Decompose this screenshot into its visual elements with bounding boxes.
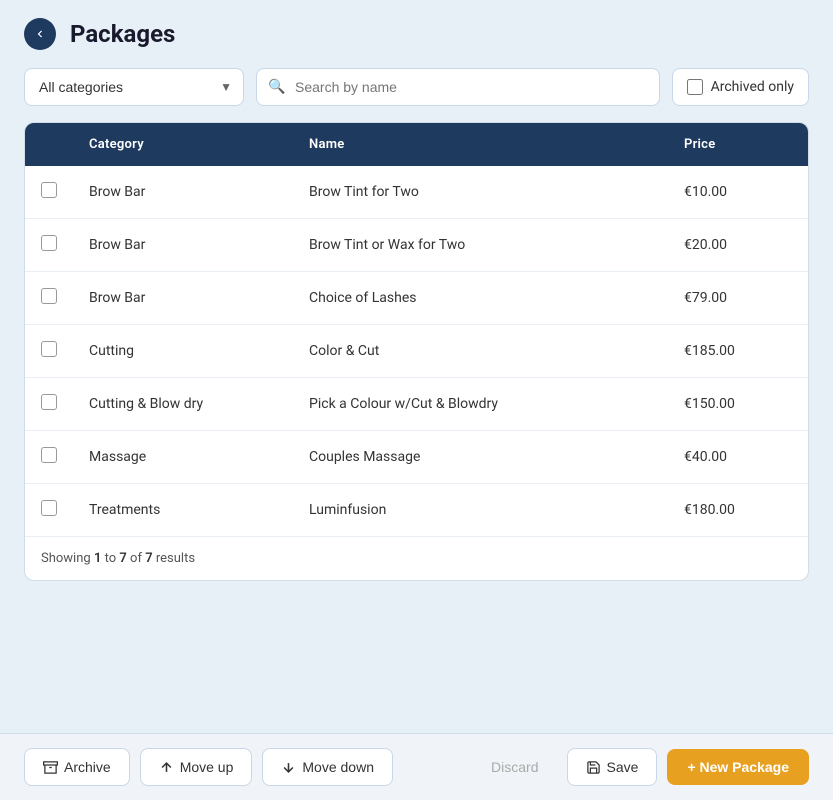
archived-label[interactable]: Archived only (711, 79, 794, 95)
row-checkbox[interactable] (41, 394, 57, 410)
row-checkbox[interactable] (41, 182, 57, 198)
total: 7 (145, 551, 152, 566)
row-price: €185.00 (668, 325, 808, 378)
row-checkbox[interactable] (41, 235, 57, 251)
discard-label: Discard (491, 759, 538, 775)
table-row: Treatments Luminfusion €180.00 (25, 484, 808, 537)
row-checkbox[interactable] (41, 288, 57, 304)
row-category: Brow Bar (73, 219, 293, 272)
row-checkbox-cell[interactable] (25, 431, 73, 484)
row-price: €40.00 (668, 431, 808, 484)
table-row: Cutting Color & Cut €185.00 (25, 325, 808, 378)
archive-icon (43, 760, 58, 775)
move-up-button[interactable]: Move up (140, 748, 253, 786)
search-input[interactable] (256, 68, 660, 106)
table-row: Massage Couples Massage €40.00 (25, 431, 808, 484)
header-category: Category (73, 123, 293, 166)
row-price: €180.00 (668, 484, 808, 537)
table-row: Brow Bar Brow Tint for Two €10.00 (25, 166, 808, 219)
new-package-label: + New Package (687, 759, 789, 775)
row-price: €20.00 (668, 219, 808, 272)
row-category: Cutting & Blow dry (73, 378, 293, 431)
row-category: Cutting (73, 325, 293, 378)
row-name: Brow Tint or Wax for Two (293, 219, 668, 272)
arrow-up-icon (159, 760, 174, 775)
header-name: Name (293, 123, 668, 166)
bottom-toolbar: Archive Move up Move down Discard Save +… (0, 733, 833, 800)
row-name: Pick a Colour w/Cut & Blowdry (293, 378, 668, 431)
row-name: Color & Cut (293, 325, 668, 378)
row-checkbox[interactable] (41, 341, 57, 357)
table-header: Category Name Price (25, 123, 808, 166)
row-name: Luminfusion (293, 484, 668, 537)
row-name: Couples Massage (293, 431, 668, 484)
header-price: Price (668, 123, 808, 166)
row-checkbox-cell[interactable] (25, 325, 73, 378)
row-price: €10.00 (668, 166, 808, 219)
header-checkbox-col (25, 123, 73, 166)
row-checkbox-cell[interactable] (25, 272, 73, 325)
table-row: Cutting & Blow dry Pick a Colour w/Cut &… (25, 378, 808, 431)
category-filter[interactable]: All categories Brow Bar Cutting Cutting … (24, 68, 244, 106)
row-price: €79.00 (668, 272, 808, 325)
move-down-label: Move down (302, 759, 374, 775)
arrow-down-icon (281, 760, 296, 775)
table-row: Brow Bar Brow Tint or Wax for Two €20.00 (25, 219, 808, 272)
move-down-button[interactable]: Move down (262, 748, 393, 786)
discard-button[interactable]: Discard (473, 749, 556, 785)
save-icon (586, 760, 601, 775)
row-checkbox-cell[interactable] (25, 378, 73, 431)
row-checkbox-cell[interactable] (25, 166, 73, 219)
archive-label: Archive (64, 759, 111, 775)
row-category: Brow Bar (73, 272, 293, 325)
row-category: Treatments (73, 484, 293, 537)
packages-table: Category Name Price Brow Bar Brow Tint f… (25, 123, 808, 536)
range-end: 7 (119, 551, 126, 566)
row-price: €150.00 (668, 378, 808, 431)
save-label: Save (607, 759, 639, 775)
row-checkbox[interactable] (41, 447, 57, 463)
results-label: results (153, 551, 195, 566)
filters-bar: All categories Brow Bar Cutting Cutting … (0, 68, 833, 122)
row-category: Brow Bar (73, 166, 293, 219)
results-count: Showing 1 to 7 of 7 results (25, 536, 808, 580)
row-checkbox[interactable] (41, 500, 57, 516)
back-button[interactable] (24, 18, 56, 50)
new-package-button[interactable]: + New Package (667, 749, 809, 785)
range-to: to (101, 551, 119, 566)
save-button[interactable]: Save (567, 748, 658, 786)
table-header-row: Category Name Price (25, 123, 808, 166)
header: Packages (0, 0, 833, 68)
move-up-label: Move up (180, 759, 234, 775)
search-box[interactable]: 🔍 (256, 68, 660, 106)
table-row: Brow Bar Choice of Lashes €79.00 (25, 272, 808, 325)
row-name: Choice of Lashes (293, 272, 668, 325)
archived-only-filter[interactable]: Archived only (672, 68, 809, 106)
row-name: Brow Tint for Two (293, 166, 668, 219)
showing-text: Showing (41, 551, 94, 566)
row-checkbox-cell[interactable] (25, 219, 73, 272)
page-title: Packages (70, 20, 175, 48)
row-checkbox-cell[interactable] (25, 484, 73, 537)
archive-button[interactable]: Archive (24, 748, 130, 786)
packages-table-container: Category Name Price Brow Bar Brow Tint f… (24, 122, 809, 581)
row-category: Massage (73, 431, 293, 484)
archived-checkbox[interactable] (687, 79, 703, 95)
category-select[interactable]: All categories Brow Bar Cutting Cutting … (24, 68, 244, 106)
of-text: of (127, 551, 145, 566)
search-icon: 🔍 (268, 79, 285, 95)
table-body: Brow Bar Brow Tint for Two €10.00 Brow B… (25, 166, 808, 536)
